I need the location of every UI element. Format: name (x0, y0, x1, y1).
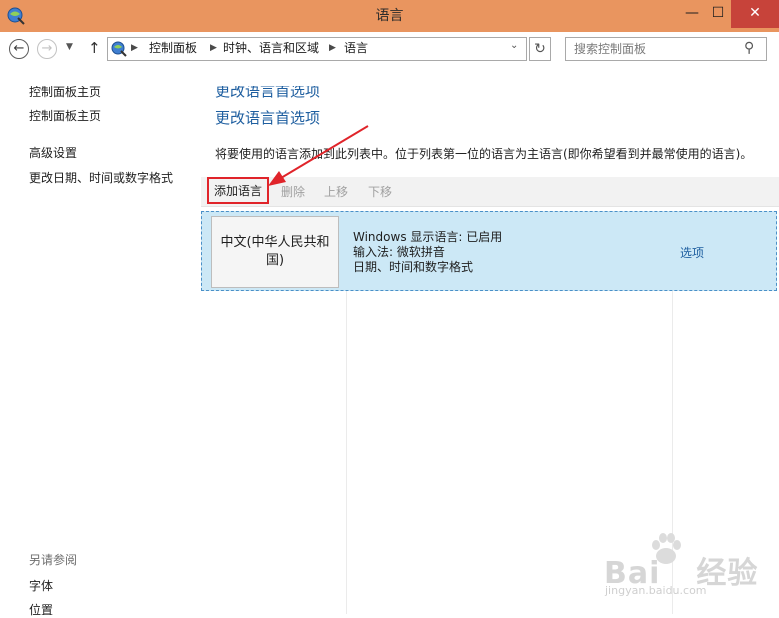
annotation-arrow (268, 125, 369, 186)
baidu-watermark-url: jingyan.baidu.com (605, 584, 707, 597)
